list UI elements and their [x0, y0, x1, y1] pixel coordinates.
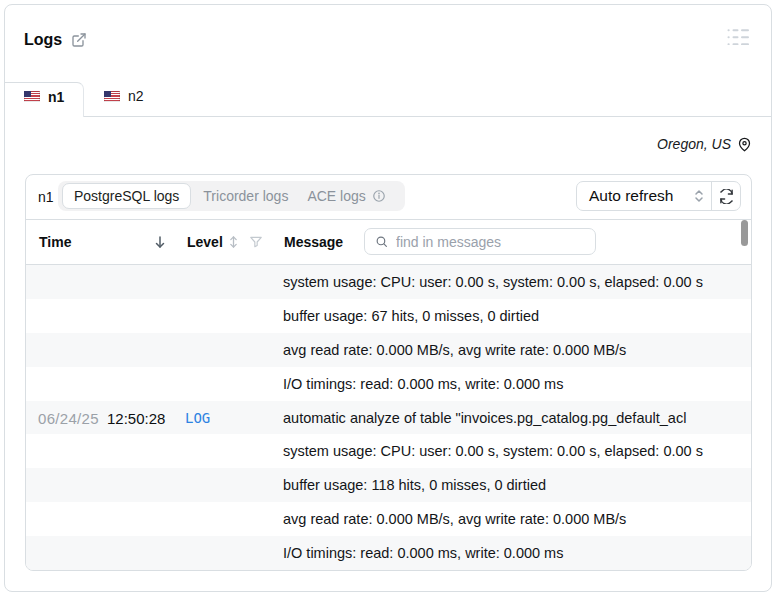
chevron-updown-icon [694, 189, 704, 203]
tab-n1[interactable]: n1 [5, 82, 84, 117]
tab-tricorder-logs[interactable]: Tricorder logs [191, 188, 300, 204]
auto-refresh-select[interactable]: Auto refresh [577, 182, 711, 210]
tab-n2-label: n2 [128, 88, 144, 104]
column-message: Message [284, 234, 343, 250]
log-message: system usage: CPU: user: 0.00 s, system:… [283, 274, 703, 290]
column-level[interactable]: Level [187, 234, 223, 250]
tab-strip-border [84, 116, 771, 117]
log-row[interactable]: 06/24/25 12:50:28 LOG automatic analyze … [26, 401, 751, 435]
info-icon [372, 189, 386, 203]
log-row[interactable]: I/O timings: read: 0.000 ms, write: 0.00… [26, 536, 751, 570]
log-row[interactable]: system usage: CPU: user: 0.00 s, system:… [26, 265, 751, 299]
log-rows: system usage: CPU: user: 0.00 s, system:… [26, 265, 751, 570]
log-message: I/O timings: read: 0.000 ms, write: 0.00… [283, 545, 563, 561]
log-row[interactable]: I/O timings: read: 0.000 ms, write: 0.00… [26, 367, 751, 401]
logs-card: Logs n1 n2 Oregon, US [4, 4, 772, 592]
location-icon [737, 137, 752, 152]
log-row[interactable]: buffer usage: 67 hits, 0 misses, 0 dirti… [26, 299, 751, 333]
log-message: avg read rate: 0.000 MB/s, avg write rat… [283, 342, 626, 358]
panel-toolbar: n1 PostgreSQL logs Tricorder logs ACE lo… [26, 175, 751, 220]
search-icon [375, 235, 388, 248]
tab-ace-logs[interactable]: ACE logs [295, 188, 397, 204]
page-title: Logs [24, 31, 62, 49]
log-message: system usage: CPU: user: 0.00 s, system:… [283, 443, 703, 459]
log-date: 06/24/25 [38, 409, 99, 426]
refresh-button[interactable] [712, 182, 740, 210]
log-message: I/O timings: read: 0.000 ms, write: 0.00… [283, 376, 563, 392]
external-link-icon[interactable] [71, 32, 87, 48]
auto-refresh-label: Auto refresh [589, 187, 673, 205]
log-message: buffer usage: 118 hits, 0 misses, 0 dirt… [283, 477, 546, 493]
logs-panel: n1 PostgreSQL logs Tricorder logs ACE lo… [25, 174, 752, 571]
region-indicator: Oregon, US [657, 136, 752, 152]
list-menu-icon[interactable] [727, 28, 749, 49]
sort-desc-icon[interactable] [154, 235, 166, 249]
tab-n2[interactable]: n2 [104, 83, 144, 116]
log-level: LOG [185, 410, 210, 426]
log-row[interactable]: system usage: CPU: user: 0.00 s, system:… [26, 434, 751, 468]
column-time[interactable]: Time [39, 234, 71, 250]
ace-logs-label: ACE logs [307, 188, 365, 204]
log-message: buffer usage: 67 hits, 0 misses, 0 dirti… [283, 308, 539, 324]
tab-postgresql-logs[interactable]: PostgreSQL logs [62, 183, 191, 209]
sort-updown-icon[interactable] [229, 235, 238, 249]
log-time: 12:50:28 [107, 409, 165, 426]
us-flag-icon [24, 91, 40, 102]
node-label: n1 [38, 189, 54, 205]
refresh-controls: Auto refresh [576, 181, 741, 211]
table-header: Time Level Message [26, 220, 751, 265]
us-flag-icon [104, 91, 120, 102]
search-input[interactable] [396, 234, 585, 250]
tab-n1-label: n1 [48, 89, 64, 105]
log-row[interactable]: buffer usage: 118 hits, 0 misses, 0 dirt… [26, 468, 751, 502]
log-row[interactable]: avg read rate: 0.000 MB/s, avg write rat… [26, 333, 751, 367]
log-source-switcher: PostgreSQL logs Tricorder logs ACE logs [58, 181, 405, 211]
log-message: automatic analyze of table "invoices.pg_… [283, 410, 686, 426]
card-header: Logs [24, 31, 87, 49]
log-message: avg read rate: 0.000 MB/s, avg write rat… [283, 511, 626, 527]
filter-icon[interactable] [249, 235, 263, 249]
search-box [364, 228, 596, 255]
scrollbar-thumb[interactable] [741, 220, 748, 246]
region-label: Oregon, US [657, 136, 731, 152]
log-row[interactable]: avg read rate: 0.000 MB/s, avg write rat… [26, 502, 751, 536]
